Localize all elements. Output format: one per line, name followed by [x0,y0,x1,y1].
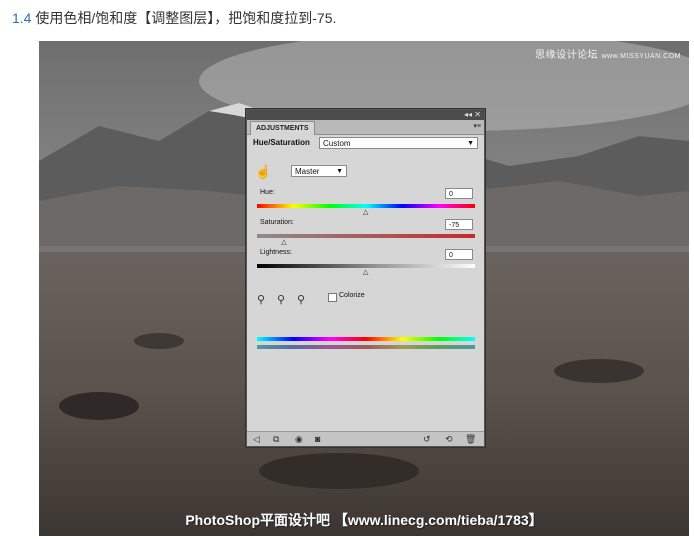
hue-slider-track[interactable] [257,204,475,208]
lightness-slider-track[interactable] [257,264,475,268]
caption-text: 使用色相/饱和度【调整图层】，把饱和度拉到-75. [35,10,337,26]
channel-value: Master [295,167,320,176]
panel-window-controls[interactable]: ◂◂ ✕ [464,110,481,120]
tab-adjustments[interactable]: ADJUSTMENTS [250,121,315,135]
adjustments-panel: ◂◂ ✕ ADJUSTMENTS ▾≡ Hue/Saturation Custo… [246,109,485,447]
eyedropper-plus-icon[interactable]: ⚲ [277,293,285,306]
adjustment-heading: Hue/Saturation [253,138,310,147]
colorize-checkbox[interactable] [328,293,337,302]
lightness-label: Lightness: [260,249,292,256]
clip-icon[interactable]: ⧉ [273,433,279,445]
preset-select[interactable]: Custom ▼ [319,137,478,149]
saturation-slider-track[interactable] [257,234,475,238]
colorize-label: Colorize [339,292,365,299]
watermark-top-url: www.MISSYUAN.COM [601,53,681,60]
panel-tab-row: ADJUSTMENTS ▾≡ [247,120,484,135]
panel-menu-icon[interactable]: ▾≡ [473,122,481,130]
eyedropper-minus-icon[interactable]: ⚲ [297,293,305,306]
eyedropper-icon[interactable]: ⚲ [257,293,265,306]
watermark-top-main: 思缘设计论坛 [535,50,599,61]
caption: 1.4 使用色相/饱和度【调整图层】，把饱和度拉到-75. [12,8,336,28]
saturation-label: Saturation: [260,219,294,226]
channel-select[interactable]: Master ▼ [291,165,347,177]
spectrum-bar-top [257,337,475,341]
caption-number: 1.4 [12,10,32,26]
view-previous-icon[interactable]: ◙ [315,433,320,445]
refresh-icon[interactable]: ⟲ [445,433,453,445]
visibility-icon[interactable]: ◉ [295,433,303,445]
chevron-down-icon: ▼ [336,168,343,175]
hue-input[interactable]: 0 [445,188,473,199]
spectrum-bar-bottom [257,345,475,349]
panel-bottom-toolbar: ◁ ⧉ ◉ ◙ ↺ ⟲ 🗑 [247,431,484,446]
saturation-slider-thumb[interactable]: △ [281,239,286,246]
chevron-down-icon: ▼ [467,140,474,147]
saturation-input[interactable]: -75 [445,219,473,230]
lightness-input[interactable]: 0 [445,249,473,260]
lightness-slider-thumb[interactable]: △ [363,269,368,276]
preset-value: Custom [323,139,351,148]
panel-titlebar: ◂◂ ✕ [247,110,484,120]
back-icon[interactable]: ◁ [253,433,260,445]
hand-adjust-icon[interactable]: ☝ [255,165,271,179]
hue-label: Hue: [260,189,275,196]
hue-slider-thumb[interactable]: △ [363,209,368,216]
watermark-top: 思缘设计论坛 www.MISSYUAN.COM [535,46,681,61]
delete-icon[interactable]: 🗑 [465,433,476,445]
watermark-bottom: PhotoShop平面设计吧 【www.linecg.com/tieba/178… [185,512,543,528]
reset-icon[interactable]: ↺ [423,433,431,445]
